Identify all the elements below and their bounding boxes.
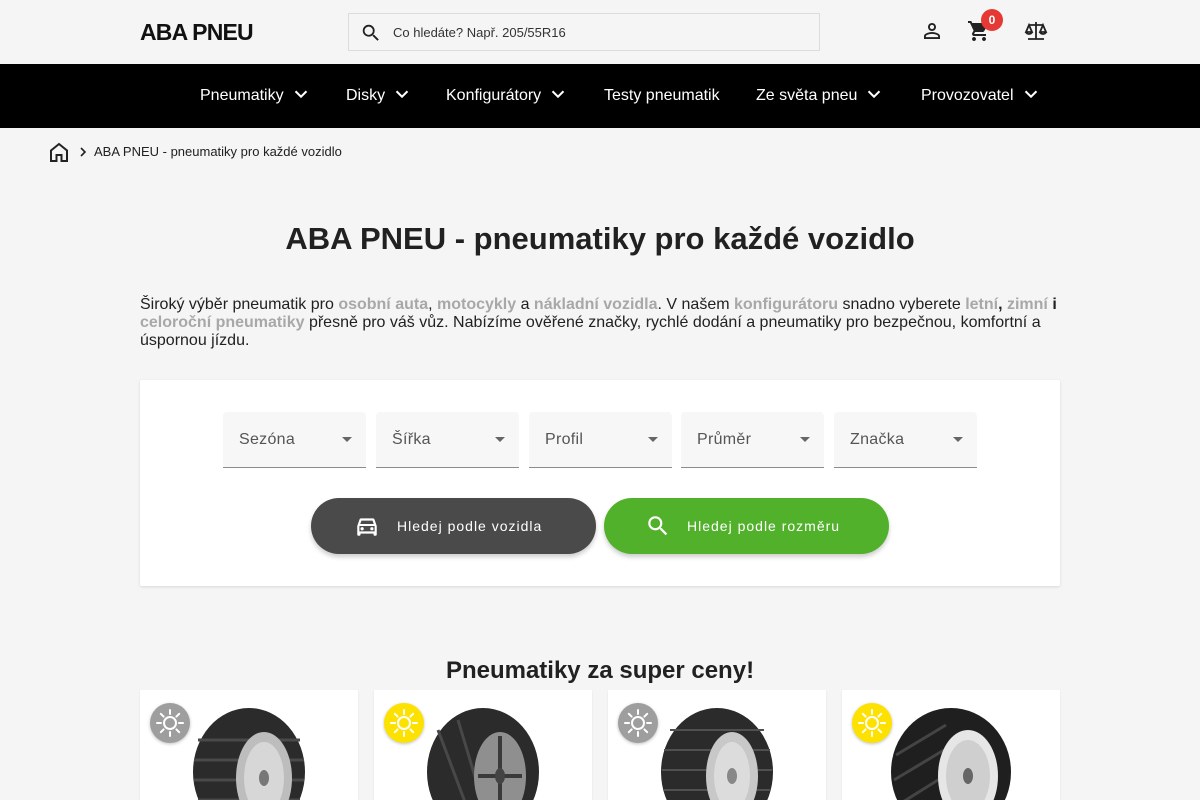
link-motocykly[interactable]: motocykly [437, 296, 516, 313]
link-konfigurator[interactable]: konfigurátoru [734, 296, 838, 313]
nav-item-pneumatiky[interactable]: Pneumatiky [200, 64, 312, 128]
all-season-badge-icon [618, 703, 658, 743]
link-celorocni-pneumatiky[interactable]: celoroční pneumatiky [140, 314, 305, 331]
select-label: Průměr [697, 431, 752, 448]
chevron-right-icon [80, 147, 87, 157]
tire-image [891, 708, 1011, 800]
product-card[interactable] [608, 690, 826, 800]
nav-item-label: Testy pneumatik [604, 87, 720, 104]
compare-icon[interactable] [1024, 19, 1048, 43]
cart-count-badge: 0 [981, 9, 1003, 31]
intro-text-part: . V našem [657, 296, 734, 313]
select-label: Profil [545, 431, 584, 448]
intro-text-part: , [428, 296, 437, 313]
nav-item-label: Ze světa pneu [756, 87, 858, 104]
page-title: ABA PNEU - pneumatiky pro každé vozidlo [285, 221, 915, 256]
button-label: Hledej podle rozměru [687, 518, 841, 534]
main-nav: Pneumatiky Disky Konfigurátory Testy pne… [0, 64, 1200, 128]
tire-image [427, 708, 539, 800]
select-profil[interactable]: Profil [529, 412, 672, 468]
nav-item-testy-pneumatik[interactable]: Testy pneumatik [604, 64, 720, 128]
breadcrumb-current: ABA PNEU - pneumatiky pro každé vozidlo [94, 144, 342, 159]
search-input[interactable] [393, 14, 813, 50]
dropdown-arrow-icon [800, 437, 810, 442]
nav-item-ze-sveta-pneu[interactable]: Ze světa pneu [756, 64, 885, 128]
select-label: Šířka [392, 431, 431, 448]
nav-item-label: Provozovatel [921, 87, 1014, 104]
select-sezona[interactable]: Sezóna [223, 412, 366, 468]
account-icon[interactable] [920, 19, 944, 43]
nav-item-provozovatel[interactable]: Provozovatel [921, 64, 1042, 128]
link-osobni-auta[interactable]: osobní auta [338, 296, 428, 313]
chevron-down-icon [551, 90, 565, 99]
intro-text-part: , [998, 296, 1007, 313]
search-by-size-button[interactable]: Hledej podle rozměru [604, 498, 889, 554]
product-card[interactable] [140, 690, 358, 800]
all-season-badge-icon [150, 703, 190, 743]
product-card[interactable] [842, 690, 1060, 800]
intro-text-part: i [1047, 296, 1057, 313]
intro-text-part: Široký výběr pneumatik pro [140, 296, 339, 313]
nav-item-disky[interactable]: Disky [346, 64, 413, 128]
product-card[interactable] [374, 690, 592, 800]
dropdown-arrow-icon [953, 437, 963, 442]
search-by-vehicle-button[interactable]: Hledej podle vozidla [311, 498, 596, 554]
nav-item-label: Disky [346, 87, 386, 104]
chevron-down-icon [1024, 90, 1037, 99]
summer-badge-icon [384, 703, 424, 743]
dropdown-arrow-icon [495, 437, 505, 442]
button-label: Hledej podle vozidla [397, 518, 543, 534]
search-icon [648, 516, 668, 536]
chevron-down-icon [395, 90, 409, 99]
summer-badge-icon [852, 703, 892, 743]
link-letni[interactable]: letní [965, 296, 998, 313]
deals-title: Pneumatiky za super ceny! [445, 657, 755, 684]
select-label: Sezóna [239, 431, 296, 448]
intro-text: Široký výběr pneumatik pro osobní auta, … [140, 296, 1060, 350]
chevron-down-icon [868, 90, 881, 99]
dropdown-arrow-icon [342, 437, 352, 442]
nav-item-label: Pneumatiky [200, 87, 284, 104]
search-box[interactable] [348, 13, 820, 51]
nav-item-label: Konfigurátory [446, 87, 542, 104]
select-label: Značka [850, 431, 905, 448]
intro-text-part: a [516, 296, 534, 313]
dropdown-arrow-icon [648, 437, 658, 442]
link-nakladni-vozidla[interactable]: nákladní vozidla [534, 296, 658, 313]
tire-image [661, 708, 773, 800]
select-znacka[interactable]: Značka [834, 412, 977, 468]
logo[interactable]: ABA PNEU [140, 18, 254, 46]
top-header: ABA PNEU 0 [0, 0, 1200, 64]
intro-text-part: snadno vyberete [838, 296, 966, 313]
link-zimni[interactable]: zimní [1007, 296, 1048, 313]
nav-item-konfiguratory[interactable]: Konfigurátory [446, 64, 569, 128]
search-icon[interactable] [360, 22, 382, 44]
select-sirka[interactable]: Šířka [376, 412, 519, 468]
tire-image [193, 708, 305, 800]
select-prumer[interactable]: Průměr [681, 412, 824, 468]
home-icon[interactable] [49, 141, 69, 163]
chevron-down-icon [294, 90, 307, 99]
tire-filter-card: Sezóna Šířka Profil Průměr Značka Hledej… [140, 380, 1060, 586]
car-icon [357, 518, 377, 536]
